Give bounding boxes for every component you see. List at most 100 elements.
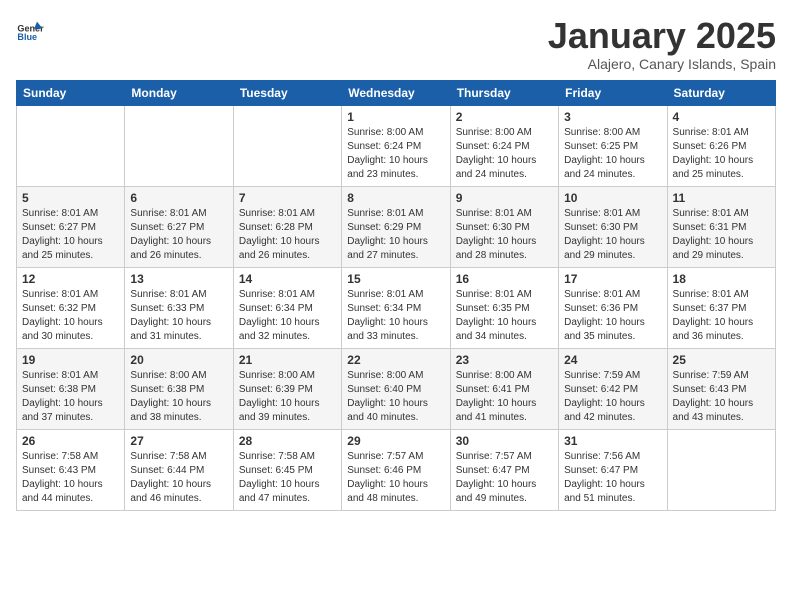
day-number: 12 bbox=[22, 272, 119, 286]
calendar-cell bbox=[233, 105, 341, 186]
calendar-cell: 10Sunrise: 8:01 AMSunset: 6:30 PMDayligh… bbox=[559, 186, 667, 267]
calendar-cell: 8 Sunrise: 8:01 AMSunset: 6:29 PMDaylight… bbox=[342, 186, 450, 267]
calendar-header-monday: Monday bbox=[125, 80, 233, 105]
day-info: Sunrise: 7:59 AMSunset: 6:42 PMDaylight:… bbox=[564, 369, 661, 425]
calendar-cell: 1 Sunrise: 8:00 AMSunset: 6:24 PMDaylight… bbox=[342, 105, 450, 186]
day-number: 16 bbox=[456, 272, 553, 286]
day-number: 23 bbox=[456, 353, 553, 367]
day-number: 5 bbox=[22, 191, 119, 205]
day-number: 24 bbox=[564, 353, 661, 367]
day-info: Sunrise: 8:01 AMSunset: 6:31 PMDaylight:… bbox=[673, 207, 770, 263]
day-info: Sunrise: 8:01 AMSunset: 6:34 PMDaylight:… bbox=[347, 288, 444, 344]
day-number: 8 bbox=[347, 191, 444, 205]
calendar-cell bbox=[667, 429, 775, 510]
day-number: 7 bbox=[239, 191, 336, 205]
day-number: 17 bbox=[564, 272, 661, 286]
day-info: Sunrise: 8:01 AMSunset: 6:27 PMDaylight:… bbox=[130, 207, 227, 263]
calendar-header-row: SundayMondayTuesdayWednesdayThursdayFrid… bbox=[17, 80, 776, 105]
day-info: Sunrise: 8:01 AMSunset: 6:27 PMDaylight:… bbox=[22, 207, 119, 263]
page-header: General Blue January 2025 Alajero, Canar… bbox=[16, 16, 776, 72]
day-number: 18 bbox=[673, 272, 770, 286]
calendar-week-2: 5 Sunrise: 8:01 AMSunset: 6:27 PMDaylight… bbox=[17, 186, 776, 267]
day-number: 22 bbox=[347, 353, 444, 367]
calendar-header-friday: Friday bbox=[559, 80, 667, 105]
day-number: 11 bbox=[673, 191, 770, 205]
day-number: 27 bbox=[130, 434, 227, 448]
day-info: Sunrise: 8:00 AMSunset: 6:38 PMDaylight:… bbox=[130, 369, 227, 425]
day-number: 30 bbox=[456, 434, 553, 448]
day-info: Sunrise: 8:01 AMSunset: 6:29 PMDaylight:… bbox=[347, 207, 444, 263]
logo: General Blue bbox=[16, 16, 44, 44]
calendar-header-tuesday: Tuesday bbox=[233, 80, 341, 105]
calendar-week-3: 12 Sunrise: 8:01 AMSunset: 6:32 PMDayligh… bbox=[17, 267, 776, 348]
calendar-cell: 11 Sunrise: 8:01 AMSunset: 6:31 PMDayligh… bbox=[667, 186, 775, 267]
day-number: 15 bbox=[347, 272, 444, 286]
calendar-cell: 27 Sunrise: 7:58 AMSunset: 6:44 PMDayligh… bbox=[125, 429, 233, 510]
calendar-cell: 20 Sunrise: 8:00 AMSunset: 6:38 PMDayligh… bbox=[125, 348, 233, 429]
calendar-cell: 28 Sunrise: 7:58 AMSunset: 6:45 PMDayligh… bbox=[233, 429, 341, 510]
day-info: Sunrise: 8:01 AMSunset: 6:28 PMDaylight:… bbox=[239, 207, 336, 263]
calendar-week-5: 26 Sunrise: 7:58 AMSunset: 6:43 PMDayligh… bbox=[17, 429, 776, 510]
day-number: 20 bbox=[130, 353, 227, 367]
day-info: Sunrise: 8:00 AMSunset: 6:41 PMDaylight:… bbox=[456, 369, 553, 425]
day-number: 31 bbox=[564, 434, 661, 448]
calendar-cell: 12 Sunrise: 8:01 AMSunset: 6:32 PMDayligh… bbox=[17, 267, 125, 348]
day-number: 4 bbox=[673, 110, 770, 124]
title-block: January 2025 Alajero, Canary Islands, Sp… bbox=[548, 16, 776, 72]
calendar-cell: 31 Sunrise: 7:56 AMSunset: 6:47 PMDayligh… bbox=[559, 429, 667, 510]
calendar-cell: 7 Sunrise: 8:01 AMSunset: 6:28 PMDaylight… bbox=[233, 186, 341, 267]
day-info: Sunrise: 7:58 AMSunset: 6:44 PMDaylight:… bbox=[130, 450, 227, 506]
day-info: Sunrise: 8:01 AMSunset: 6:33 PMDaylight:… bbox=[130, 288, 227, 344]
day-number: 6 bbox=[130, 191, 227, 205]
calendar-cell: 21 Sunrise: 8:00 AMSunset: 6:39 PMDayligh… bbox=[233, 348, 341, 429]
calendar-week-1: 1 Sunrise: 8:00 AMSunset: 6:24 PMDaylight… bbox=[17, 105, 776, 186]
day-info: Sunrise: 8:01 AMSunset: 6:32 PMDaylight:… bbox=[22, 288, 119, 344]
day-number: 19 bbox=[22, 353, 119, 367]
day-info: Sunrise: 8:00 AMSunset: 6:24 PMDaylight:… bbox=[347, 126, 444, 182]
calendar-cell: 6 Sunrise: 8:01 AMSunset: 6:27 PMDaylight… bbox=[125, 186, 233, 267]
calendar-week-4: 19Sunrise: 8:01 AMSunset: 6:38 PMDayligh… bbox=[17, 348, 776, 429]
calendar-header-sunday: Sunday bbox=[17, 80, 125, 105]
logo-icon: General Blue bbox=[16, 16, 44, 44]
calendar-cell bbox=[17, 105, 125, 186]
day-number: 21 bbox=[239, 353, 336, 367]
day-info: Sunrise: 7:57 AMSunset: 6:47 PMDaylight:… bbox=[456, 450, 553, 506]
day-info: Sunrise: 7:58 AMSunset: 6:45 PMDaylight:… bbox=[239, 450, 336, 506]
day-number: 26 bbox=[22, 434, 119, 448]
calendar-cell: 5 Sunrise: 8:01 AMSunset: 6:27 PMDaylight… bbox=[17, 186, 125, 267]
day-info: Sunrise: 8:00 AMSunset: 6:39 PMDaylight:… bbox=[239, 369, 336, 425]
day-number: 13 bbox=[130, 272, 227, 286]
svg-text:Blue: Blue bbox=[17, 32, 37, 42]
day-number: 2 bbox=[456, 110, 553, 124]
calendar-header-thursday: Thursday bbox=[450, 80, 558, 105]
calendar-cell: 25Sunrise: 7:59 AMSunset: 6:43 PMDayligh… bbox=[667, 348, 775, 429]
calendar-cell: 3 Sunrise: 8:00 AMSunset: 6:25 PMDaylight… bbox=[559, 105, 667, 186]
calendar-cell: 29Sunrise: 7:57 AMSunset: 6:46 PMDayligh… bbox=[342, 429, 450, 510]
calendar-table: SundayMondayTuesdayWednesdayThursdayFrid… bbox=[16, 80, 776, 511]
day-number: 28 bbox=[239, 434, 336, 448]
day-info: Sunrise: 7:56 AMSunset: 6:47 PMDaylight:… bbox=[564, 450, 661, 506]
day-number: 14 bbox=[239, 272, 336, 286]
calendar-cell: 30 Sunrise: 7:57 AMSunset: 6:47 PMDayligh… bbox=[450, 429, 558, 510]
day-info: Sunrise: 8:00 AMSunset: 6:25 PMDaylight:… bbox=[564, 126, 661, 182]
calendar-cell bbox=[125, 105, 233, 186]
calendar-cell: 17 Sunrise: 8:01 AMSunset: 6:36 PMDayligh… bbox=[559, 267, 667, 348]
month-title: January 2025 bbox=[548, 16, 776, 56]
day-number: 3 bbox=[564, 110, 661, 124]
calendar-header-wednesday: Wednesday bbox=[342, 80, 450, 105]
calendar-cell: 23 Sunrise: 8:00 AMSunset: 6:41 PMDayligh… bbox=[450, 348, 558, 429]
day-info: Sunrise: 8:01 AMSunset: 6:37 PMDaylight:… bbox=[673, 288, 770, 344]
day-info: Sunrise: 8:01 AMSunset: 6:30 PMDaylight:… bbox=[564, 207, 661, 263]
calendar-cell: 18 Sunrise: 8:01 AMSunset: 6:37 PMDayligh… bbox=[667, 267, 775, 348]
day-info: Sunrise: 8:01 AMSunset: 6:36 PMDaylight:… bbox=[564, 288, 661, 344]
calendar-cell: 4 Sunrise: 8:01 AMSunset: 6:26 PMDaylight… bbox=[667, 105, 775, 186]
day-info: Sunrise: 7:58 AMSunset: 6:43 PMDaylight:… bbox=[22, 450, 119, 506]
day-info: Sunrise: 8:01 AMSunset: 6:26 PMDaylight:… bbox=[673, 126, 770, 182]
day-number: 1 bbox=[347, 110, 444, 124]
calendar-cell: 2Sunrise: 8:00 AMSunset: 6:24 PMDaylight… bbox=[450, 105, 558, 186]
day-number: 29 bbox=[347, 434, 444, 448]
location-subtitle: Alajero, Canary Islands, Spain bbox=[548, 56, 776, 72]
calendar-cell: 19Sunrise: 8:01 AMSunset: 6:38 PMDayligh… bbox=[17, 348, 125, 429]
day-info: Sunrise: 8:01 AMSunset: 6:34 PMDaylight:… bbox=[239, 288, 336, 344]
calendar-cell: 9Sunrise: 8:01 AMSunset: 6:30 PMDaylight… bbox=[450, 186, 558, 267]
